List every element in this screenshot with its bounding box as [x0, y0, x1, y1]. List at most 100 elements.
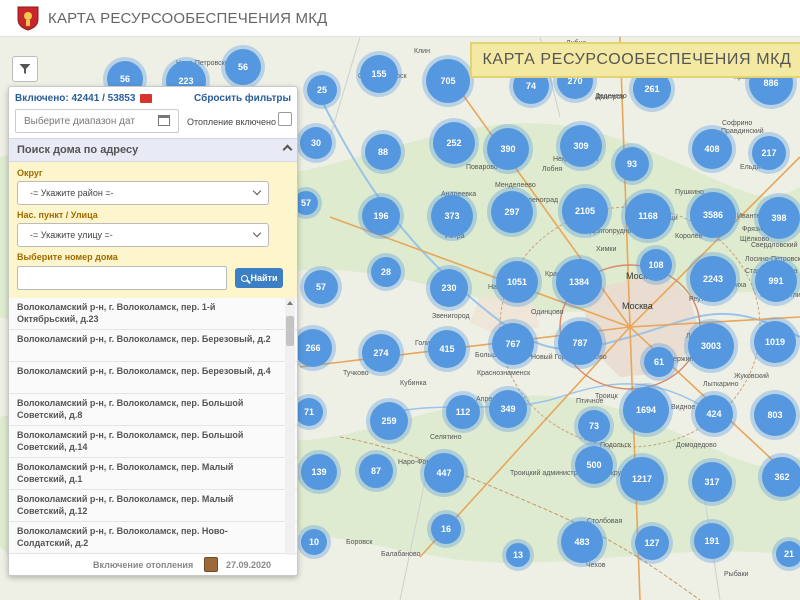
cluster-marker[interactable]: 3586 [690, 192, 736, 238]
house-number-label[interactable]: Выберите номер дома [17, 252, 118, 262]
cluster-marker[interactable]: 196 [362, 197, 400, 235]
place-label: Кубинка [400, 380, 427, 387]
cluster-marker[interactable]: 61 [644, 347, 674, 377]
place-label: Деденево [595, 93, 627, 100]
cluster-marker[interactable]: 2243 [690, 256, 736, 302]
result-item[interactable]: Волоколамский р-н, г. Волоколамск, пер. … [9, 330, 297, 362]
cluster-marker[interactable]: 390 [487, 128, 529, 170]
place-label: Селятино [430, 434, 462, 441]
place-label: Одинцово [531, 309, 564, 316]
cluster-marker[interactable]: 217 [752, 136, 786, 170]
date-range-placeholder: Выберите диапазон дат [24, 116, 135, 127]
cluster-marker[interactable]: 30 [300, 127, 332, 159]
street-select-value: -= Укажите улицу =- [30, 230, 113, 240]
cluster-marker[interactable]: 56 [225, 49, 261, 85]
result-item[interactable]: Волоколамский р-н, г. Волоколамск, пер. … [9, 490, 297, 522]
cluster-marker[interactable]: 317 [692, 462, 732, 502]
cluster-marker[interactable]: 349 [489, 390, 527, 428]
cluster-marker[interactable]: 1051 [496, 261, 538, 303]
cluster-marker[interactable]: 230 [430, 269, 468, 307]
cluster-marker[interactable]: 108 [640, 249, 672, 281]
cluster-marker[interactable]: 803 [754, 394, 796, 436]
results-scrollbar[interactable] [285, 298, 295, 562]
place-label: Троицк [595, 393, 618, 400]
filter-toggle-button[interactable] [12, 56, 38, 82]
cluster-marker[interactable]: 1384 [556, 259, 602, 305]
cluster-marker[interactable]: 705 [426, 59, 470, 103]
map-title-banner: КАРТА РЕСУРСООБЕСПЕЧЕНИЯ МКД [470, 42, 800, 78]
heating-enabled-checkbox[interactable] [278, 112, 292, 126]
cluster-marker[interactable]: 297 [491, 191, 533, 233]
cluster-marker[interactable]: 71 [295, 398, 323, 426]
alert-flag-icon[interactable] [140, 93, 153, 103]
reset-filters-link[interactable]: Сбросить фильтры [194, 93, 291, 104]
cluster-marker[interactable]: 10 [301, 529, 327, 555]
scroll-up-arrow-icon[interactable] [287, 301, 293, 305]
cluster-marker[interactable]: 112 [446, 395, 480, 429]
cluster-marker[interactable]: 252 [433, 122, 475, 164]
cluster-marker[interactable]: 13 [506, 543, 530, 567]
find-button-label: Найти [250, 273, 278, 283]
cluster-marker[interactable]: 191 [694, 523, 730, 559]
result-item[interactable]: Волоколамский р-н, г. Волоколамск, пер. … [9, 522, 297, 554]
cluster-marker[interactable]: 3003 [688, 323, 734, 369]
cluster-marker[interactable]: 1217 [620, 457, 664, 501]
cluster-marker[interactable]: 57 [304, 270, 338, 304]
cluster-marker[interactable]: 266 [294, 329, 332, 367]
cluster-marker[interactable]: 1694 [623, 387, 669, 433]
street-label: Нас. пункт / Улица [17, 210, 98, 220]
cluster-marker[interactable]: 483 [561, 521, 603, 563]
result-item[interactable]: Волоколамский р-н, г. Волоколамск, пер. … [9, 362, 297, 394]
address-search-header[interactable]: Поиск дома по адресу [9, 138, 297, 162]
chevron-up-icon[interactable] [282, 144, 293, 155]
cluster-marker[interactable]: 424 [695, 395, 733, 433]
cluster-marker[interactable]: 259 [370, 402, 408, 440]
place-label: Королёв [675, 233, 703, 240]
result-item[interactable]: Волоколамский р-н, г. Волоколамск, пер. … [9, 426, 297, 458]
district-select[interactable]: -= Укажите район =- [17, 181, 269, 205]
street-select[interactable]: -= Укажите улицу =- [17, 223, 269, 247]
cluster-marker[interactable]: 408 [692, 129, 732, 169]
scroll-thumb[interactable] [286, 316, 294, 346]
cluster-marker[interactable]: 2105 [562, 188, 608, 234]
calendar-icon[interactable] [158, 115, 170, 126]
chevron-down-icon [252, 186, 262, 196]
cluster-marker[interactable]: 398 [758, 197, 800, 239]
cluster-marker[interactable]: 309 [560, 125, 602, 167]
search-results-list[interactable]: Волоколамский р-н, г. Волоколамск, пер. … [9, 298, 297, 562]
cluster-marker[interactable]: 25 [307, 75, 337, 105]
cluster-marker[interactable]: 16 [431, 514, 461, 544]
date-range-input[interactable]: Выберите диапазон дат [15, 109, 179, 133]
cluster-marker[interactable]: 139 [301, 454, 337, 490]
cluster-marker[interactable]: 767 [492, 323, 534, 365]
cluster-marker[interactable]: 93 [615, 147, 649, 181]
cluster-marker[interactable]: 155 [360, 55, 398, 93]
cluster-marker[interactable]: 373 [431, 195, 473, 237]
cluster-marker[interactable]: 362 [762, 457, 800, 497]
address-search-form: Округ -= Укажите район =- Нас. пункт / У… [9, 162, 297, 298]
place-label: Краснознаменск [477, 370, 531, 377]
cluster-marker[interactable]: 1168 [625, 193, 671, 239]
result-item[interactable]: Волоколамский р-н, г. Волоколамск, пер. … [9, 394, 297, 426]
place-label: Поварово [466, 164, 498, 171]
cluster-marker[interactable]: 447 [424, 453, 464, 493]
cluster-marker[interactable]: 274 [362, 334, 400, 372]
cluster-marker[interactable]: 787 [558, 321, 602, 365]
result-item[interactable]: Волоколамский р-н, г. Волоколамск, пер. … [9, 298, 297, 330]
find-button[interactable]: Найти [235, 268, 283, 288]
place-label: Софрино [722, 120, 753, 127]
cluster-marker[interactable]: 21 [776, 541, 800, 567]
cluster-marker[interactable]: 127 [635, 526, 669, 560]
app-title: КАРТА РЕСУРСООБЕСПЕЧЕНИЯ МКД [48, 9, 328, 27]
cluster-marker[interactable]: 1019 [754, 321, 796, 363]
cluster-marker[interactable]: 88 [365, 134, 401, 170]
cluster-marker[interactable]: 991 [755, 260, 797, 302]
cluster-marker[interactable]: 28 [371, 257, 401, 287]
result-item[interactable]: Волоколамский р-н, г. Волоколамск, пер. … [9, 458, 297, 490]
place-label: Правдинский [721, 128, 764, 135]
cluster-marker[interactable]: 500 [575, 446, 613, 484]
house-number-input[interactable] [17, 266, 227, 290]
cluster-marker[interactable]: 87 [359, 454, 393, 488]
cluster-marker[interactable]: 415 [428, 330, 466, 368]
cluster-marker[interactable]: 73 [578, 410, 610, 442]
